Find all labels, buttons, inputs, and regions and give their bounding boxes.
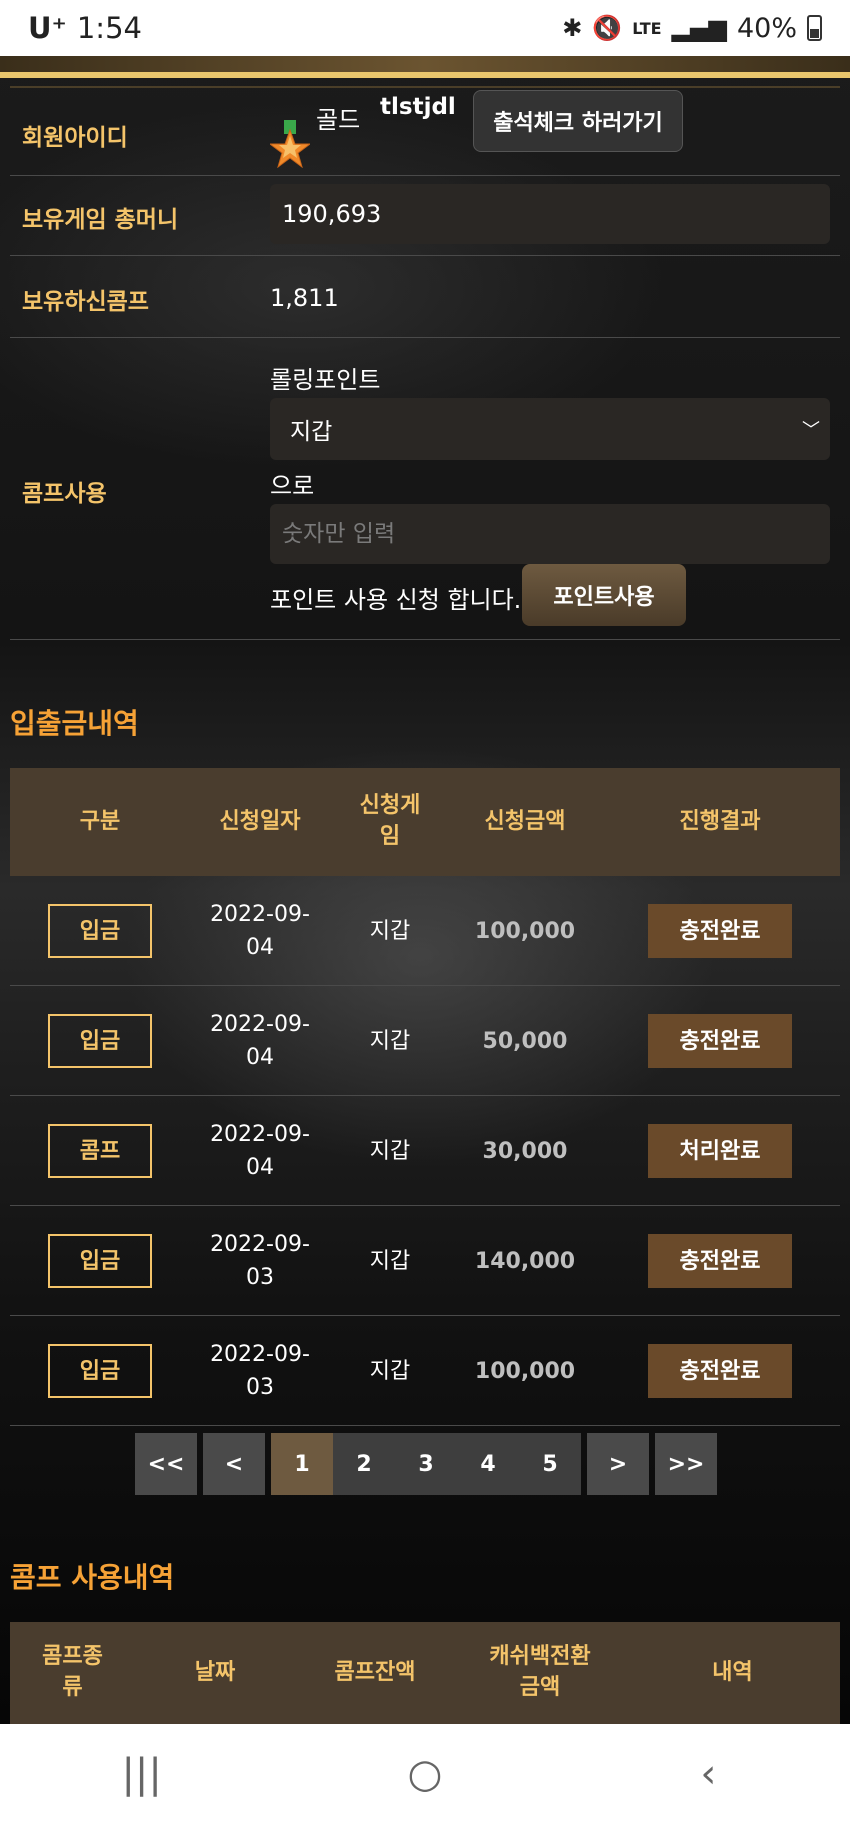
game-cell: 지갑 [369, 918, 411, 944]
deposit-history-title: 입출금내역 [10, 707, 139, 740]
to-label: 으로 [270, 472, 315, 500]
page-1-button[interactable]: 1 [271, 1433, 333, 1495]
battery-percent: 40% [736, 12, 797, 44]
page-4-button[interactable]: 4 [457, 1433, 519, 1495]
amount-cell: 30,000 [482, 1138, 568, 1164]
comp-use-label: 콤프사용 [22, 481, 107, 507]
result-badge: 충전완료 [648, 904, 792, 958]
point-amount-input[interactable] [270, 504, 830, 564]
col-type: 구분 [79, 808, 121, 834]
last-page-button[interactable]: >> [655, 1433, 717, 1495]
table-row: 입금 2022-09- 04 지갑 50,000 충전완료 [10, 986, 840, 1096]
pagination: << < 1 2 3 4 5 > >> [0, 1433, 850, 1495]
result-badge: 충전완료 [648, 1234, 792, 1288]
carrier-label: U⁺ [28, 11, 67, 45]
wallet-select-value: 지갑 [290, 419, 333, 445]
mute-icon: 🔇 [592, 14, 623, 42]
game-cell: 지갑 [369, 1138, 411, 1164]
type-badge: 입금 [48, 1014, 152, 1068]
apply-text: 포인트 사용 신청 합니다. [270, 586, 522, 614]
comp-use-row: 콤프사용 롤링포인트 지갑 ﹀ 으로 포인트 사용 신청 합니다. 포인트사용 [10, 338, 840, 640]
user-id: tlstjdl [380, 94, 456, 120]
date-cell: 2022-09- 03 [210, 1342, 310, 1400]
page-2-button[interactable]: 2 [333, 1433, 395, 1495]
home-icon[interactable]: ○ [385, 1751, 465, 1797]
amount-cell: 100,000 [474, 1358, 576, 1384]
result-badge: 충전완료 [648, 1014, 792, 1068]
lte-icon: LTE [632, 18, 662, 38]
type-badge: 콤프 [48, 1124, 152, 1178]
page-content: 회원아이디 골드 tlstjdl 출석체크 하러가기 보유게임 총머니 190,… [0, 56, 850, 1724]
col-result: 진행결과 [679, 808, 761, 834]
money-value: 190,693 [270, 184, 830, 244]
comp-history-title: 콤프 사용내역 [10, 1561, 175, 1594]
type-badge: 입금 [48, 1344, 152, 1398]
attendance-check-button[interactable]: 출석체크 하러가기 [473, 90, 683, 152]
type-badge: 입금 [48, 1234, 152, 1288]
date-cell: 2022-09- 04 [210, 1012, 310, 1070]
table-row: 입금 2022-09- 03 지갑 140,000 충전완료 [10, 1206, 840, 1316]
bluetooth-icon: ✱ [562, 14, 583, 42]
signal-icon: ▂▄▆ [671, 14, 727, 42]
header-band [0, 56, 850, 72]
game-cell: 지갑 [369, 1028, 411, 1054]
rolling-point-label: 롤링포인트 [270, 366, 381, 394]
member-id-row: 회원아이디 골드 tlstjdl 출석체크 하러가기 [10, 88, 840, 176]
chevron-down-icon: ﹀ [802, 420, 820, 441]
date-cell: 2022-09- 04 [210, 902, 310, 960]
wallet-select[interactable]: 지갑 ﹀ [270, 398, 830, 460]
amount-cell: 100,000 [474, 918, 576, 944]
deposit-table-header: 구분 신청일자 신청게 임 신청금액 진행결과 [10, 768, 840, 876]
game-cell: 지갑 [369, 1358, 411, 1384]
prev-page-button[interactable]: < [203, 1433, 265, 1495]
date-cell: 2022-09- 04 [210, 1122, 310, 1180]
recent-apps-icon[interactable]: ||| [102, 1751, 182, 1797]
game-cell: 지갑 [369, 1248, 411, 1274]
result-badge: 충전완료 [648, 1344, 792, 1398]
point-use-button[interactable]: 포인트사용 [522, 564, 686, 626]
gold-grade-star-icon [270, 120, 310, 168]
col-comp-date: 날짜 [194, 1659, 236, 1685]
type-badge: 입금 [48, 904, 152, 958]
amount-cell: 140,000 [474, 1248, 576, 1274]
page-3-button[interactable]: 3 [395, 1433, 457, 1495]
grade-label: 골드 [316, 106, 361, 134]
table-row: 입금 2022-09- 03 지갑 100,000 충전완료 [10, 1316, 840, 1426]
header-accent-line [0, 72, 850, 78]
table-row: 입금 2022-09- 04 지갑 100,000 충전완료 [10, 876, 840, 986]
member-id-label: 회원아이디 [22, 125, 128, 151]
comp-value: 1,811 [270, 284, 339, 312]
amount-cell: 50,000 [482, 1028, 568, 1054]
result-badge: 처리완료 [648, 1124, 792, 1178]
money-label: 보유게임 총머니 [22, 207, 179, 233]
col-comp-detail: 내역 [712, 1659, 753, 1685]
col-date: 신청일자 [219, 808, 301, 834]
comp-table-header: 콤프종 류 날짜 콤프잔액 캐쉬백전환 금액 내역 [10, 1622, 840, 1724]
col-comp-type: 콤프종 류 [42, 1644, 103, 1700]
date-cell: 2022-09- 03 [210, 1232, 310, 1290]
col-comp-balance: 콤프잔액 [334, 1659, 416, 1685]
next-page-button[interactable]: > [587, 1433, 649, 1495]
table-row: 콤프 2022-09- 04 지갑 30,000 처리완료 [10, 1096, 840, 1206]
first-page-button[interactable]: << [135, 1433, 197, 1495]
col-amount: 신청금액 [484, 808, 566, 834]
col-cashback-amount: 캐쉬백전환 금액 [489, 1644, 591, 1700]
system-nav-bar: ||| ○ ‹ [0, 1724, 850, 1823]
comp-label: 보유하신콤프 [22, 289, 149, 315]
game-money-row: 보유게임 총머니 190,693 [10, 176, 840, 256]
page-5-button[interactable]: 5 [519, 1433, 581, 1495]
comp-balance-row: 보유하신콤프 1,811 [10, 256, 840, 338]
status-bar: U⁺ 1:54 ✱ 🔇 LTE ▂▄▆ 40% [0, 0, 850, 56]
back-icon[interactable]: ‹ [668, 1751, 748, 1797]
col-game: 신청게 임 [359, 793, 421, 849]
battery-icon [807, 15, 822, 41]
status-time: 1:54 [76, 11, 142, 45]
